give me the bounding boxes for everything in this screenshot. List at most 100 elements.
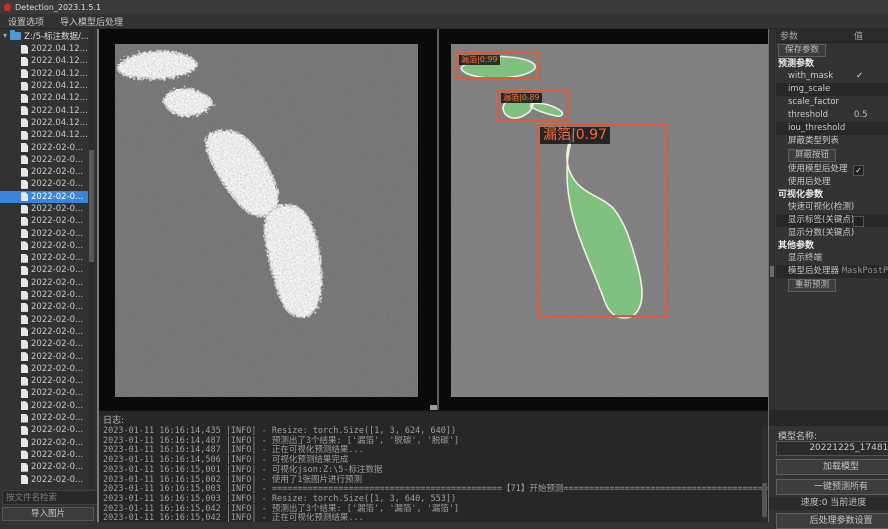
model-name-field[interactable]: 20221225_174813	[776, 441, 888, 456]
detection-overlay: 漏箔|0.99漏箔|0.89漏箔|0.97	[451, 44, 768, 397]
tree-item[interactable]: 2022-02-0...	[0, 252, 88, 264]
tree-item-label: 2022-02-0...	[31, 450, 83, 460]
menu-item-import-postprocess[interactable]: 导入模型后处理	[60, 15, 123, 28]
tree-item[interactable]: 2022-02-0...	[0, 338, 88, 350]
param-row[interactable]: img_scale	[776, 83, 888, 96]
tree-item-label: 2022-02-0...	[31, 179, 83, 189]
param-row[interactable]: with_mask✓	[776, 70, 888, 83]
save-params-button[interactable]: 保存参数	[778, 44, 826, 57]
repredict-button[interactable]: 重新预测	[788, 279, 836, 292]
menu-item-settings[interactable]: 设置选项	[8, 15, 44, 28]
tree-item[interactable]: 2022-02-0...	[0, 154, 88, 166]
tree-item[interactable]: 2022-02-0...	[0, 264, 88, 276]
tree-item[interactable]: 2022-02-0...	[0, 387, 88, 399]
file-icon	[21, 450, 28, 459]
tree-item[interactable]: 2022-02-0...	[0, 400, 88, 412]
import-images-button[interactable]: 导入图片	[2, 507, 94, 521]
tree-item[interactable]: 2022-02-0...	[0, 412, 88, 424]
search-input[interactable]	[2, 490, 97, 505]
tree-item[interactable]: 2022-02-0...	[0, 326, 88, 338]
tree-item[interactable]: 2022.04.12...	[0, 92, 88, 104]
tree-item[interactable]: 2022-02-0...	[0, 191, 88, 203]
file-icon	[21, 278, 28, 287]
tree-item[interactable]: 2022-02-0...	[0, 350, 88, 362]
param-row[interactable]: 显示终端	[776, 252, 888, 265]
tree-item[interactable]: 2022-02-0...	[0, 178, 88, 190]
tree-item[interactable]: 2022-02-0...	[0, 449, 88, 461]
tree-item[interactable]: 2022-02-0...	[0, 461, 88, 473]
param-row[interactable]: iou_threshold	[776, 122, 888, 135]
tree-item-label: 2022-02-0...	[31, 229, 83, 239]
param-label: 显示终端	[788, 253, 822, 263]
tree-item[interactable]: 2022-02-0...	[0, 166, 88, 178]
log-panel: 日志: 2023-01-11 16:16:14,435 |INFO| - Res…	[99, 410, 768, 522]
file-icon	[21, 82, 28, 91]
tree-root-node[interactable]: ▾ Z:/5-标注数据/...	[0, 29, 97, 43]
tree-item[interactable]: 2022-02-0...	[0, 227, 88, 239]
tree-scrollbar-thumb[interactable]	[89, 150, 94, 262]
tree-item-label: 2022-02-0...	[31, 315, 83, 325]
load-model-button[interactable]: 加载模型	[776, 459, 888, 475]
postprocess-settings-button[interactable]: 后处理参数设置	[776, 513, 888, 529]
params-scrollbar[interactable]	[769, 29, 775, 410]
tree-item-label: 2022-02-0...	[31, 278, 83, 288]
tree-item[interactable]: 2022.04.12...	[0, 129, 88, 141]
file-icon	[21, 463, 28, 472]
tree-item[interactable]: 2022-02-0...	[0, 424, 88, 436]
param-row[interactable]: 使用模型后处理✓	[776, 163, 888, 176]
tree-scrollbar[interactable]	[89, 29, 94, 489]
param-row[interactable]: 显示标签(关键点)	[776, 214, 888, 227]
param-row[interactable]: 屏蔽类型列表	[776, 135, 888, 148]
tree-item-label: 2022-02-0...	[31, 155, 83, 165]
tree-item[interactable]: 2022-02-0...	[0, 277, 88, 289]
tree-item[interactable]: 2022.04.12...	[0, 43, 88, 55]
tree-item-label: 2022.04.12...	[31, 106, 88, 116]
log-scrollbar[interactable]	[762, 425, 767, 521]
tree-item[interactable]: 2022-02-0...	[0, 375, 88, 387]
tree-item[interactable]: 2022-02-0...	[0, 314, 88, 326]
tree-item[interactable]: 2022.04.12...	[0, 55, 88, 67]
param-row[interactable]: scale_factor	[776, 96, 888, 109]
param-value[interactable]: MaskPostPro	[842, 265, 888, 278]
tree-item[interactable]: 2022-02-0...	[0, 437, 88, 449]
tree-item[interactable]: 2022-02-0...	[0, 203, 88, 215]
caret-down-icon[interactable]: ▾	[3, 32, 7, 40]
log-lines[interactable]: 2023-01-11 16:16:14,435 |INFO| - Resize:…	[99, 427, 768, 522]
check-icon: ✓	[856, 70, 863, 83]
params-button-row: 保存参数	[776, 43, 888, 58]
param-row[interactable]: 模型后处理器MaskPostPro	[776, 265, 888, 278]
mask-filter-button[interactable]: 屏蔽按钮	[788, 149, 836, 162]
param-row[interactable]: 快速可视化(检测)	[776, 201, 888, 214]
original-image[interactable]	[115, 44, 418, 397]
param-value[interactable]: 0.5	[854, 109, 868, 122]
tree-item[interactable]: 2022-02-0...	[0, 141, 88, 153]
param-row[interactable]: 使用后处理	[776, 176, 888, 189]
tree-item[interactable]: 2022-02-0...	[0, 215, 88, 227]
tree-item[interactable]: 2022.04.12...	[0, 68, 88, 80]
tree-item[interactable]: 2022-02-0...	[0, 240, 88, 252]
log-line: 2023-01-11 16:16:15,042 |INFO| - 正在可视化预测…	[103, 514, 768, 522]
param-label: img_scale	[788, 84, 830, 94]
file-icon	[21, 217, 28, 226]
param-label: scale_factor	[788, 97, 839, 107]
param-row[interactable]: 显示分数(关键点)	[776, 227, 888, 240]
param-row[interactable]: threshold0.5	[776, 109, 888, 122]
tree-item[interactable]: 2022-02-0...	[0, 301, 88, 313]
tree-item[interactable]: 2022-02-0...	[0, 473, 88, 485]
file-icon	[21, 45, 28, 54]
predict-all-button[interactable]: 一键预测所有	[776, 479, 888, 495]
checkbox-checked[interactable]: ✓	[853, 165, 864, 176]
detection-box: 漏箔|0.97	[537, 124, 668, 317]
tree-item[interactable]: 2022-02-0...	[0, 289, 88, 301]
tree-item[interactable]: 2022-02-0...	[0, 363, 88, 375]
tree-item[interactable]: 2022.04.12...	[0, 117, 88, 129]
params-scrollbar-thumb[interactable]	[770, 266, 774, 277]
tree-item[interactable]: 2022.04.12...	[0, 80, 88, 92]
log-scrollbar-thumb[interactable]	[762, 483, 767, 517]
file-icon	[21, 315, 28, 324]
file-icon	[21, 364, 28, 373]
params-section-header: 可视化参数	[776, 189, 888, 201]
checkbox-unchecked[interactable]	[853, 216, 864, 227]
tree-item[interactable]: 2022.04.12...	[0, 104, 88, 116]
prediction-image[interactable]: 漏箔|0.99漏箔|0.89漏箔|0.97	[451, 44, 768, 397]
